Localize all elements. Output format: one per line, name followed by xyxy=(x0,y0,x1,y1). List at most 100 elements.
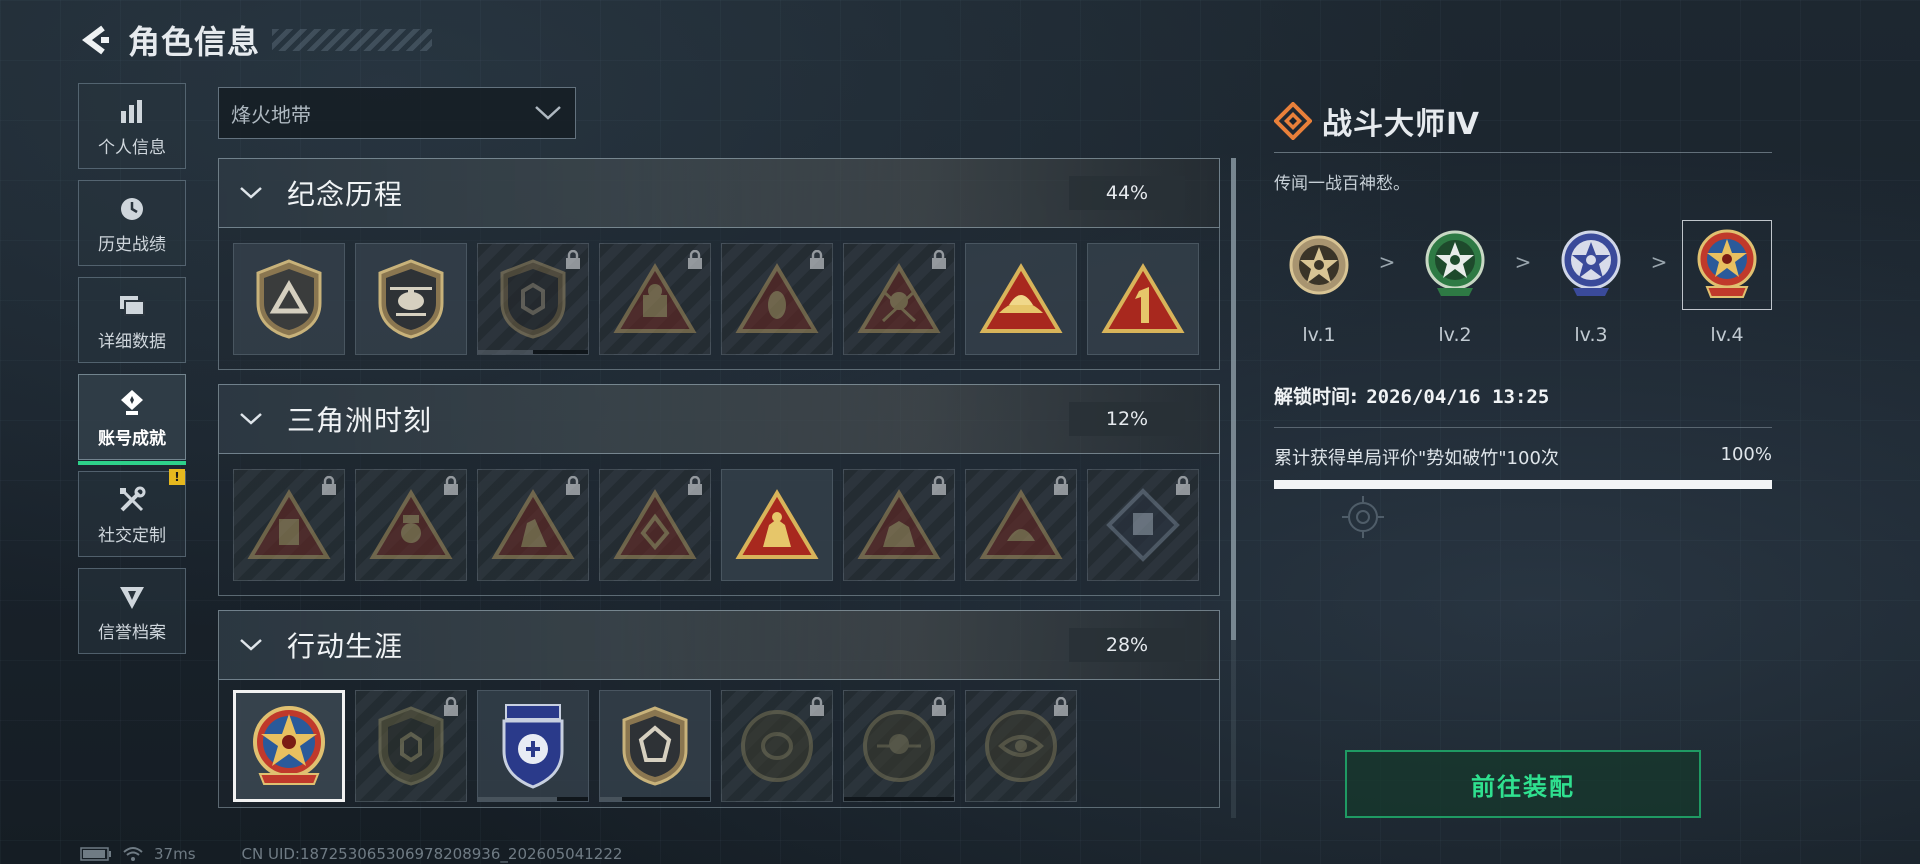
chevron-down-icon xyxy=(535,106,561,120)
achievement-tile[interactable] xyxy=(477,690,589,802)
achievement-tile[interactable] xyxy=(477,242,589,355)
tools-icon xyxy=(115,483,149,517)
season-dropdown-value: 烽火地带 xyxy=(231,102,311,127)
season-dropdown[interactable]: 烽火地带 xyxy=(218,87,576,139)
achievement-tile[interactable] xyxy=(965,468,1077,581)
divider xyxy=(1274,152,1772,153)
lock-icon xyxy=(566,249,580,269)
sidebar-item-detail-data[interactable]: 详细数据 xyxy=(78,277,186,363)
level-item[interactable]: lv.3 xyxy=(1546,220,1636,346)
achievement-tile[interactable] xyxy=(721,468,833,581)
achievement-tile[interactable] xyxy=(599,690,711,802)
sidebar-item-personal-info[interactable]: 个人信息 xyxy=(78,83,186,169)
achievement-tile[interactable] xyxy=(355,690,467,802)
lock-icon xyxy=(688,249,702,269)
achievement-tile[interactable] xyxy=(721,690,833,802)
level-arrow: > xyxy=(1650,250,1668,274)
lock-icon xyxy=(810,697,824,716)
achievement-tile[interactable] xyxy=(1087,468,1199,581)
achievement-grid xyxy=(218,228,1220,370)
level-item[interactable]: lv.2 xyxy=(1410,220,1500,346)
level-badge xyxy=(1546,220,1636,310)
sidebar-item-social-custom[interactable]: ! 社交定制 xyxy=(78,469,186,557)
category-title: 行动生涯 xyxy=(287,630,404,663)
triangle-badge-icon xyxy=(857,262,941,333)
achievement-icon xyxy=(115,386,149,420)
level-item[interactable]: lv.1 xyxy=(1274,220,1364,346)
category-percent: 44% xyxy=(1069,176,1185,210)
ping-value: 37ms xyxy=(154,845,196,863)
lock-icon xyxy=(688,475,702,495)
sidebar-item-reputation[interactable]: 信誉档案 xyxy=(78,568,186,654)
sidebar-item-label: 详细数据 xyxy=(98,331,166,352)
unlock-time-value: 2026/04/16 13:25 xyxy=(1366,386,1550,408)
category-title: 三角洲时刻 xyxy=(287,404,433,437)
achievement-tile[interactable] xyxy=(1087,242,1199,355)
achievement-tile[interactable] xyxy=(843,242,955,355)
sidebar-item-label: 信誉档案 xyxy=(98,622,166,643)
unlock-time-label: 解锁时间: xyxy=(1274,386,1358,408)
achievement-tile[interactable] xyxy=(233,468,345,581)
triangle-badge-icon xyxy=(979,262,1063,333)
star-medal-icon xyxy=(1561,230,1621,296)
triangle-badge-icon xyxy=(369,488,453,559)
category-header[interactable]: 纪念历程 44% xyxy=(218,158,1220,228)
category-header[interactable]: 行动生涯 28% xyxy=(218,610,1220,680)
clock-icon xyxy=(115,192,149,226)
scrollbar[interactable] xyxy=(1231,158,1236,818)
level-item-current[interactable]: lv.4 xyxy=(1682,220,1772,346)
triangle-badge-icon xyxy=(613,488,697,559)
detail-header: 战斗大师Ⅳ xyxy=(1274,98,1772,144)
chevron-down-icon xyxy=(237,405,265,433)
lock-icon xyxy=(322,475,336,495)
achievement-diamond-icon xyxy=(1274,102,1312,140)
triangle-badge-icon xyxy=(1101,262,1185,333)
triangle-badge-icon xyxy=(735,262,819,333)
sidebar-item-history[interactable]: 历史战绩 xyxy=(78,180,186,266)
diamond-badge-icon xyxy=(1106,487,1180,562)
achievement-tile[interactable] xyxy=(965,690,1077,802)
achievement-tile[interactable] xyxy=(355,468,467,581)
achievement-tile[interactable] xyxy=(843,468,955,581)
blue-shield-badge-icon xyxy=(502,704,564,789)
round-badge-icon xyxy=(985,710,1057,782)
progress-strip xyxy=(844,797,954,801)
triangle-badge-icon xyxy=(735,488,819,559)
round-badge-icon xyxy=(741,710,813,782)
achievement-tile[interactable] xyxy=(721,242,833,355)
triangle-badge-icon xyxy=(491,488,575,559)
triangle-badge-icon xyxy=(857,488,941,559)
sidebar-item-label: 社交定制 xyxy=(98,525,166,546)
achievement-tile[interactable] xyxy=(965,242,1077,355)
level-label: lv.2 xyxy=(1438,324,1472,346)
sidebar-item-achievements[interactable]: 账号成就 xyxy=(78,374,186,465)
level-label: lv.1 xyxy=(1302,324,1336,346)
status-footer: 37ms CN UID:18725306530697820893​6_20260… xyxy=(80,844,622,864)
scrollbar-thumb[interactable] xyxy=(1231,158,1236,640)
task-progress-fill xyxy=(1274,480,1772,489)
achievement-tile[interactable] xyxy=(233,242,345,355)
category-header[interactable]: 三角洲时刻 12% xyxy=(218,384,1220,454)
combat-master-badge-icon xyxy=(253,706,325,785)
go-equip-button[interactable]: 前往装配 xyxy=(1345,750,1701,818)
task-row: 累计获得单局评价"势如破竹"100次 100% xyxy=(1274,444,1772,470)
shield-badge-icon xyxy=(378,706,444,786)
sidebar-item-label: 个人信息 xyxy=(98,137,166,158)
lock-icon xyxy=(1054,697,1068,716)
achievement-tile[interactable] xyxy=(477,468,589,581)
task-description: 累计获得单局评价"势如破竹"100次 xyxy=(1274,448,1559,469)
level-label: lv.3 xyxy=(1574,324,1608,346)
achievement-tile[interactable] xyxy=(599,468,711,581)
achievement-tile-selected[interactable] xyxy=(233,690,345,802)
achievement-tile[interactable] xyxy=(843,690,955,802)
achievement-tile[interactable] xyxy=(599,242,711,355)
achievement-tile[interactable] xyxy=(355,242,467,355)
shield-badge-icon xyxy=(622,706,688,786)
category-percent: 28% xyxy=(1069,628,1185,662)
lock-icon xyxy=(444,475,458,495)
category-panel-operation-career: 行动生涯 28% xyxy=(218,610,1220,808)
shield-badge-icon xyxy=(256,258,322,339)
sidebar: 个人信息 历史战绩 详细数据 账号成就 ! 社交定制 信誉档案 xyxy=(78,83,188,665)
bar-chart-icon xyxy=(115,95,149,129)
back-button[interactable] xyxy=(76,20,116,60)
